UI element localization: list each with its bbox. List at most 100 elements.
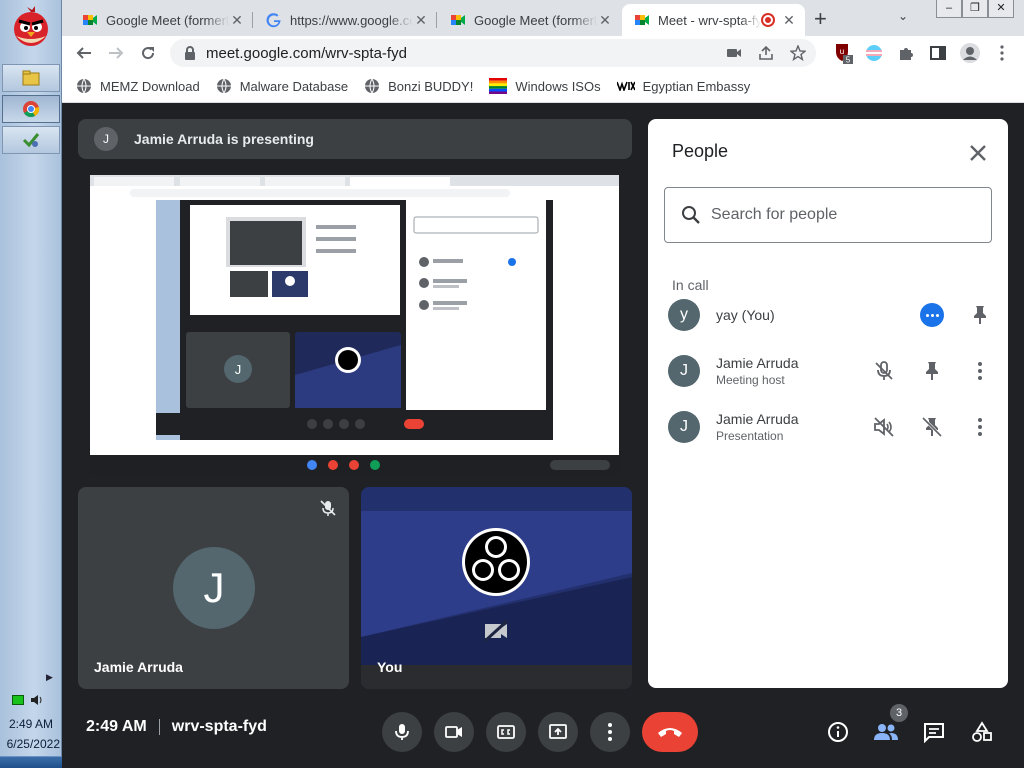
maximize-button[interactable]: ❐ (962, 0, 988, 18)
people-panel: People In call y yay (You) J Jamie Ar (648, 119, 1008, 688)
taskbar-bottom-strip[interactable] (0, 756, 62, 768)
meeting-details-button[interactable] (822, 716, 854, 748)
globe-icon (365, 78, 380, 94)
bookmark-label: Malware Database (239, 78, 349, 94)
taskbar-app-1[interactable] (2, 64, 60, 92)
more-options-button[interactable] (590, 712, 630, 752)
more-options-blue-icon[interactable] (920, 303, 944, 327)
participant-tile-you[interactable]: You (361, 487, 632, 689)
microphone-button[interactable] (382, 712, 422, 752)
tray-expand-icon[interactable]: ▶ (46, 672, 53, 683)
meeting-code[interactable]: wrv-spta-fyd (172, 718, 267, 736)
chrome-icon (23, 101, 40, 118)
forward-arrow-icon[interactable] (104, 41, 128, 65)
taskbar-time[interactable]: 2:49 AM (0, 717, 62, 731)
shared-screen[interactable]: J (90, 175, 619, 475)
angry-bird-icon[interactable] (10, 6, 52, 48)
bookmark-malware-db[interactable]: Malware Database (216, 78, 348, 94)
address-bar[interactable]: meet.google.com/wrv-spta-fyd (170, 39, 816, 67)
people-row-you[interactable]: y yay (You) (668, 295, 998, 335)
camera-off-icon (483, 619, 509, 643)
reload-icon[interactable] (136, 41, 160, 65)
volume-icon[interactable] (30, 693, 44, 707)
tab-2[interactable]: https://www.google.com/ ✕ (254, 4, 437, 36)
bookmark-windows-isos[interactable]: Windows ISOs (489, 78, 601, 94)
network-icon[interactable] (12, 695, 24, 705)
more-vert-icon[interactable] (968, 415, 992, 439)
tab-title: Google Meet (formerly Hangouts Meet) (106, 12, 229, 28)
more-vert-icon[interactable] (968, 359, 992, 383)
pin-icon[interactable] (968, 303, 992, 327)
pin-icon[interactable] (920, 359, 944, 383)
participant-tile-jamie[interactable]: J Jamie Arruda (78, 487, 349, 689)
pride-extension-icon[interactable] (862, 41, 886, 65)
extensions-puzzle-icon[interactable] (894, 41, 918, 65)
tab-search-chevron-icon[interactable]: ⌄ (898, 9, 908, 23)
close-window-button[interactable]: ✕ (988, 0, 1014, 18)
lock-icon[interactable] (184, 46, 196, 60)
leave-call-button[interactable] (642, 712, 698, 752)
people-search-box[interactable] (664, 187, 992, 243)
new-tab-button[interactable]: + (814, 6, 827, 32)
svg-text:J: J (235, 362, 242, 377)
tab-4-active[interactable]: Meet - wrv-spta-fyd ✕ (622, 4, 805, 36)
mic-off-icon[interactable] (872, 359, 896, 383)
bookmark-egyptian-embassy[interactable]: Egyptian Embassy (616, 79, 750, 94)
participant-name: You (377, 659, 403, 675)
svg-text:u: u (840, 47, 844, 56)
rainbow-flag-icon (489, 78, 508, 94)
checkmark-app-icon (22, 133, 40, 148)
close-tab-icon[interactable]: ✕ (781, 12, 797, 29)
chat-button[interactable] (918, 716, 950, 748)
share-icon[interactable] (758, 45, 774, 61)
more-vert-icon (608, 723, 612, 741)
profile-avatar-icon[interactable] (958, 41, 982, 65)
taskbar-app-3[interactable] (2, 126, 60, 154)
bookmark-label: Bonzi BUDDY! (388, 78, 474, 94)
google-meet-icon (83, 15, 97, 25)
video-camera-icon (445, 726, 462, 738)
bookmark-label: MEMZ Download (100, 78, 200, 94)
mic-off-icon (320, 500, 336, 516)
bookmark-memz[interactable]: MEMZ Download (76, 78, 200, 94)
tab-3[interactable]: Google Meet (formerly Hangouts Meet) ✕ (438, 4, 621, 36)
people-icon (874, 724, 898, 740)
bookmark-bonzi[interactable]: Bonzi BUDDY! (364, 78, 473, 94)
people-search-input[interactable] (711, 206, 971, 224)
side-panel-icon[interactable] (926, 41, 950, 65)
person-avatar: y (668, 299, 700, 331)
tab-1[interactable]: Google Meet (formerly Hangouts Meet) ✕ (70, 4, 253, 36)
ublock-extension-icon[interactable]: u 5 (832, 41, 856, 65)
browser-menu-icon[interactable] (990, 41, 1014, 65)
tab-title: https://www.google.com/ (290, 12, 413, 28)
system-tray (12, 693, 44, 707)
participant-count-badge: 3 (890, 704, 908, 722)
tab-separator (252, 12, 253, 28)
present-screen-button[interactable] (538, 712, 578, 752)
person-avatar: J (668, 411, 700, 443)
bookmark-star-icon[interactable] (790, 45, 806, 61)
close-tab-icon[interactable]: ✕ (229, 12, 245, 29)
volume-off-icon[interactable] (872, 415, 896, 439)
people-button[interactable]: 3 (870, 704, 908, 748)
in-call-heading: In call (672, 277, 709, 293)
person-avatar: J (668, 355, 700, 387)
activities-button[interactable] (966, 716, 998, 748)
people-row-jamie-host[interactable]: J Jamie Arruda Meeting host (668, 351, 998, 391)
recording-icon (761, 13, 775, 27)
captions-button[interactable] (486, 712, 526, 752)
minimize-button[interactable]: – (936, 0, 962, 18)
participant-avatar: J (173, 547, 255, 629)
close-tab-icon[interactable]: ✕ (597, 12, 613, 29)
taskbar-date[interactable]: 6/25/2022 (0, 737, 62, 751)
person-name: yay (You) (716, 307, 775, 323)
back-arrow-icon[interactable] (72, 41, 96, 65)
browser-toolbar: meet.google.com/wrv-spta-fyd u 5 (62, 36, 1024, 70)
close-tab-icon[interactable]: ✕ (413, 12, 429, 29)
pin-off-icon[interactable] (920, 415, 944, 439)
taskbar-chrome[interactable] (2, 95, 60, 123)
camera-in-use-icon[interactable] (726, 45, 742, 61)
close-panel-icon[interactable] (966, 141, 990, 165)
camera-button[interactable] (434, 712, 474, 752)
people-row-jamie-presentation[interactable]: J Jamie Arruda Presentation (668, 407, 998, 447)
